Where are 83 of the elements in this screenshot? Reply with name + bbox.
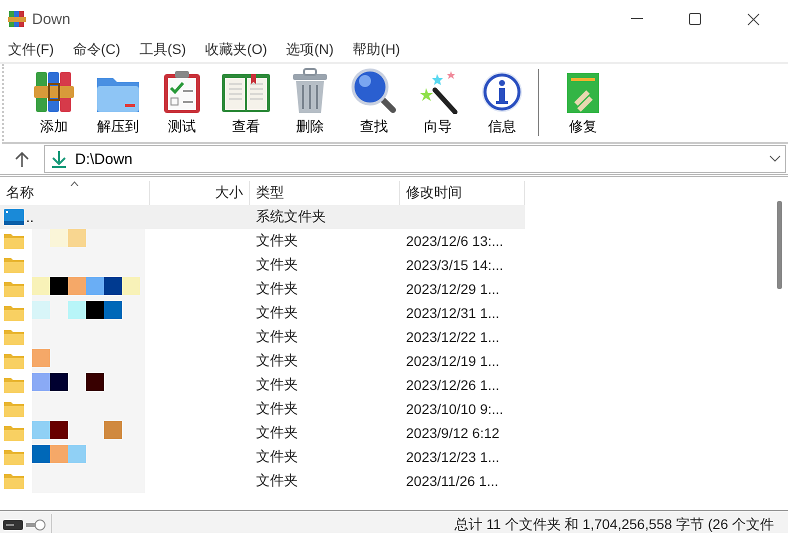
sort-caret-icon bbox=[70, 181, 79, 186]
search-icon bbox=[351, 68, 397, 114]
file-type: 文件夹 bbox=[256, 376, 298, 394]
folder-icon bbox=[4, 401, 24, 417]
file-type: 文件夹 bbox=[256, 424, 298, 442]
dropdown-icon[interactable] bbox=[769, 155, 781, 163]
modified-date: 2023/12/29 1... bbox=[406, 281, 500, 297]
folder-icon bbox=[4, 329, 24, 345]
modified-date: 2023/12/6 13:... bbox=[406, 233, 504, 249]
modified-date: 2023/10/10 9:... bbox=[406, 401, 504, 417]
folder-icon bbox=[4, 281, 24, 297]
modified-date: 2023/12/23 1... bbox=[406, 449, 500, 465]
file-name: .. bbox=[26, 209, 34, 225]
folder-icon bbox=[4, 305, 24, 321]
folder-icon bbox=[4, 473, 24, 489]
file-row[interactable]: 文件夹 2023/3/15 14:... bbox=[0, 253, 525, 277]
file-row[interactable]: 文件夹 2023/12/23 1... bbox=[0, 445, 525, 469]
menu-item[interactable]: 选项(N) bbox=[280, 41, 340, 59]
open-book-icon bbox=[221, 72, 271, 114]
toolbar-button[interactable]: 解压到 bbox=[86, 64, 150, 142]
toolbar-button[interactable]: 查找 bbox=[342, 64, 406, 142]
modified-date: 2023/9/12 6:12 bbox=[406, 425, 500, 441]
modified-date: 2023/12/26 1... bbox=[406, 377, 500, 393]
menu-item[interactable]: 文件(F) bbox=[2, 41, 60, 59]
folder-icon bbox=[4, 233, 24, 249]
download-icon bbox=[51, 150, 67, 168]
toolbar-button[interactable]: 查看 bbox=[214, 64, 278, 142]
file-row[interactable]: 文件夹 2023/12/22 1... bbox=[0, 325, 525, 349]
toolbar-button[interactable]: 添加 bbox=[22, 64, 86, 142]
file-type: 文件夹 bbox=[256, 280, 298, 298]
menu-item[interactable]: 命令(C) bbox=[66, 41, 126, 59]
toolbar-button[interactable]: 向导 bbox=[406, 64, 470, 142]
drive-icon bbox=[3, 520, 23, 530]
folder-icon bbox=[4, 425, 24, 441]
folder-icon bbox=[4, 257, 24, 273]
status-text: 总计 11 个文件夹 和 1,704,256,558 字节 (26 个文件 bbox=[454, 516, 774, 533]
folder-icon bbox=[4, 353, 24, 369]
modified-date: 2023/12/19 1... bbox=[406, 353, 500, 369]
modified-date: 2023/12/31 1... bbox=[406, 305, 500, 321]
book-stack-icon bbox=[34, 70, 74, 114]
modified-date: 2023/12/22 1... bbox=[406, 329, 500, 345]
parent-folder-icon bbox=[4, 209, 24, 225]
info-icon bbox=[480, 70, 524, 114]
file-row[interactable]: 文件夹 2023/9/12 6:12 bbox=[0, 421, 525, 445]
file-row[interactable]: 文件夹 2023/12/6 13:... bbox=[0, 229, 525, 253]
toolbar-button[interactable]: 信息 bbox=[470, 64, 534, 142]
toolbar-button[interactable]: 测试 bbox=[150, 64, 214, 142]
menu-item[interactable]: 收藏夹(O) bbox=[199, 41, 274, 59]
maximize-icon bbox=[689, 13, 701, 25]
file-type: 文件夹 bbox=[256, 448, 298, 466]
address-field[interactable]: D:\Down bbox=[44, 145, 786, 173]
file-row[interactable]: 文件夹 2023/10/10 9:... bbox=[0, 397, 525, 421]
file-row[interactable]: 文件夹 2023/12/31 1... bbox=[0, 301, 525, 325]
file-row[interactable]: .. 系统文件夹 bbox=[0, 205, 525, 229]
folder-icon bbox=[4, 449, 24, 465]
file-type: 文件夹 bbox=[256, 472, 298, 490]
modified-date: 2023/3/15 14:... bbox=[406, 257, 504, 273]
file-row[interactable]: 文件夹 2023/12/26 1... bbox=[0, 373, 525, 397]
book-icon bbox=[566, 72, 600, 114]
file-type: 文件夹 bbox=[256, 328, 298, 346]
file-type: 文件夹 bbox=[256, 232, 298, 250]
file-row[interactable]: 文件夹 2023/12/19 1... bbox=[0, 349, 525, 373]
scrollbar-thumb[interactable] bbox=[777, 201, 782, 289]
file-type: 文件夹 bbox=[256, 304, 298, 322]
toolbar-button[interactable]: 删除 bbox=[278, 64, 342, 142]
modified-date: 2023/11/26 1... bbox=[406, 473, 498, 489]
trash-icon bbox=[291, 68, 329, 114]
clipboard-icon bbox=[163, 70, 201, 114]
toolbar-button[interactable]: 修复 bbox=[551, 64, 615, 142]
close-icon bbox=[746, 12, 760, 26]
file-type: 系统文件夹 bbox=[256, 208, 326, 226]
folder-icon bbox=[4, 377, 24, 393]
file-row[interactable]: 文件夹 2023/12/29 1... bbox=[0, 277, 525, 301]
file-row[interactable]: 文件夹 2023/11/26 1... bbox=[0, 469, 525, 493]
file-type: 文件夹 bbox=[256, 256, 298, 274]
up-arrow-icon bbox=[15, 151, 29, 167]
window-title: Down bbox=[32, 10, 72, 28]
minimize-icon bbox=[631, 18, 643, 20]
app-icon bbox=[8, 10, 26, 28]
menu-item[interactable]: 工具(S) bbox=[133, 41, 192, 59]
file-type: 文件夹 bbox=[256, 352, 298, 370]
menu-item[interactable]: 帮助(H) bbox=[346, 41, 406, 59]
file-type: 文件夹 bbox=[256, 400, 298, 418]
